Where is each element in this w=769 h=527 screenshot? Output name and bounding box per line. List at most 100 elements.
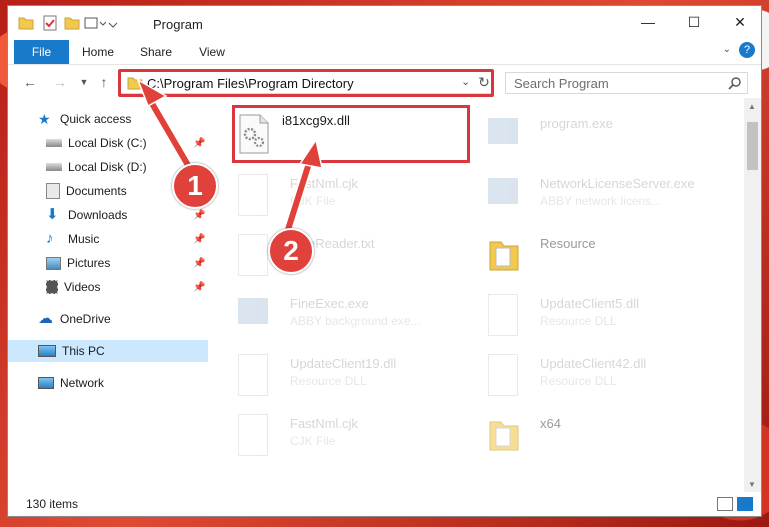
sidebar-item-videos[interactable]: Videos 📌 bbox=[8, 276, 208, 298]
drive-icon bbox=[46, 163, 62, 171]
sidebar-item-local-disk-c[interactable]: Local Disk (C:) 📌 bbox=[8, 132, 208, 154]
tab-file[interactable]: File bbox=[14, 40, 69, 64]
file-name: NetworkLicenseServer.exe bbox=[540, 176, 695, 191]
vertical-scrollbar[interactable]: ▲ ▼ bbox=[744, 98, 761, 493]
large-icons-view-icon[interactable] bbox=[737, 497, 753, 511]
refresh-icon[interactable]: ↻ bbox=[474, 72, 494, 94]
forward-button[interactable]: → bbox=[50, 73, 70, 91]
network-icon bbox=[38, 377, 54, 389]
sidebar-item-label: OneDrive bbox=[60, 312, 111, 326]
callout-1: 1 bbox=[172, 163, 218, 209]
file-name: UpdateClient42.dll bbox=[540, 356, 647, 371]
properties-icon[interactable] bbox=[42, 15, 58, 31]
file-name: UpdateClient19.dll bbox=[290, 356, 397, 371]
close-button[interactable]: ✕ bbox=[717, 6, 763, 38]
sidebar-item-label: Music bbox=[68, 232, 100, 246]
details-view-icon[interactable] bbox=[717, 497, 733, 511]
ribbon-tabs: File Home Share View ⌄ ? bbox=[8, 38, 761, 65]
file-icon bbox=[238, 414, 268, 456]
file-item[interactable]: UpdateClient19.dll Resource DLL bbox=[234, 348, 474, 402]
navigation-bar: ← → ▼ ↑ C:\Program Files\Program Directo… bbox=[8, 67, 761, 97]
file-name: FineExec.exe bbox=[290, 296, 369, 311]
file-list: i81xcg9x.dll program.exe FastNml.cjk CJK… bbox=[208, 98, 746, 493]
pin-icon: 📌 bbox=[193, 281, 206, 293]
drive-icon bbox=[46, 139, 62, 147]
file-type: ABBY background exe... bbox=[290, 314, 421, 328]
file-icon bbox=[238, 234, 268, 276]
pictures-icon bbox=[46, 256, 61, 270]
sidebar-item-pictures[interactable]: Pictures 📌 bbox=[8, 252, 208, 274]
sidebar-item-music[interactable]: ♪ Music 📌 bbox=[8, 228, 208, 250]
scroll-down-icon[interactable]: ▼ bbox=[748, 480, 756, 489]
scroll-up-icon[interactable]: ▲ bbox=[748, 102, 756, 111]
navigation-pane: ★ Quick access Local Disk (C:) 📌 Local D… bbox=[8, 98, 208, 493]
file-item[interactable]: FineExec.exe ABBY background exe... bbox=[234, 288, 474, 342]
pin-icon: 📌 bbox=[193, 209, 206, 221]
help-icon[interactable]: ? bbox=[739, 42, 755, 58]
star-icon: ★ bbox=[38, 111, 51, 127]
file-icon bbox=[238, 174, 268, 216]
recent-locations-button[interactable]: ▼ bbox=[74, 73, 94, 91]
customize-toolbar-icon[interactable] bbox=[84, 16, 106, 30]
file-type: Resource DLL bbox=[540, 374, 617, 388]
quick-access-toolbar bbox=[18, 14, 120, 32]
sidebar-item-label: Local Disk (C:) bbox=[68, 136, 147, 150]
chevron-down-icon[interactable] bbox=[106, 16, 120, 30]
file-name: FastNml.cjk bbox=[290, 176, 358, 191]
file-type: CJK File bbox=[290, 194, 336, 208]
scrollbar-thumb[interactable] bbox=[747, 122, 758, 170]
pc-icon bbox=[38, 345, 56, 357]
expand-ribbon-icon[interactable]: ⌄ bbox=[723, 44, 731, 55]
tab-view[interactable]: View bbox=[194, 41, 230, 63]
folder-icon bbox=[489, 421, 519, 451]
file-item[interactable]: Resource bbox=[484, 228, 724, 282]
file-item[interactable]: NetworkLicenseServer.exe ABBY network li… bbox=[484, 168, 724, 222]
tab-home[interactable]: Home bbox=[78, 41, 118, 63]
file-type: CJK File bbox=[290, 434, 336, 448]
address-highlight-box bbox=[118, 69, 494, 97]
sidebar-item-network[interactable]: Network bbox=[8, 372, 208, 394]
up-button[interactable]: ↑ bbox=[94, 73, 114, 91]
folder-icon bbox=[18, 17, 34, 30]
file-item[interactable]: program.exe bbox=[484, 108, 724, 162]
file-name: Resource bbox=[540, 236, 596, 251]
maximize-button[interactable]: ☐ bbox=[671, 6, 717, 38]
file-item[interactable]: UpdateClient42.dll Resource DLL bbox=[484, 348, 724, 402]
window-title: Program bbox=[153, 17, 203, 32]
file-type: Resource DLL bbox=[290, 374, 367, 388]
tab-share[interactable]: Share bbox=[136, 41, 176, 63]
file-type: ABBY network licens... bbox=[540, 194, 662, 208]
sidebar-item-downloads[interactable]: ⬇ Downloads 📌 bbox=[8, 204, 208, 226]
dll-file-icon bbox=[488, 294, 518, 336]
file-item[interactable]: UpdateClient5.dll Resource DLL bbox=[484, 288, 724, 342]
title-bar: Program — ☐ ✕ bbox=[8, 6, 761, 38]
pin-icon: 📌 bbox=[193, 137, 206, 149]
callout-2: 2 bbox=[268, 228, 314, 274]
sidebar-item-label: Videos bbox=[64, 280, 101, 294]
file-type: Resource DLL bbox=[540, 314, 617, 328]
pin-icon: 📌 bbox=[193, 257, 206, 269]
videos-icon bbox=[46, 280, 58, 294]
file-item[interactable]: FastNml.cjk CJK File bbox=[234, 408, 474, 462]
sidebar-item-label: Local Disk (D:) bbox=[68, 160, 147, 174]
new-folder-icon[interactable] bbox=[64, 16, 80, 30]
back-button[interactable]: ← bbox=[20, 73, 40, 91]
minimize-button[interactable]: — bbox=[625, 6, 671, 38]
file-name: FastNml.cjk bbox=[290, 416, 358, 431]
sidebar-item-quick-access[interactable]: ★ Quick access bbox=[8, 108, 208, 130]
sidebar-item-label: Quick access bbox=[60, 112, 132, 126]
file-item[interactable]: FastNml.cjk CJK File bbox=[234, 168, 474, 222]
documents-icon bbox=[46, 183, 60, 199]
file-item[interactable]: x64 bbox=[484, 408, 724, 462]
search-icon bbox=[728, 77, 741, 90]
sidebar-item-label: This PC bbox=[62, 344, 105, 358]
exe-file-icon bbox=[488, 178, 518, 204]
sidebar-item-this-pc[interactable]: This PC bbox=[8, 340, 208, 362]
search-input[interactable]: Search Program bbox=[505, 72, 748, 94]
exe-file-icon bbox=[488, 118, 518, 144]
download-icon: ⬇ bbox=[46, 206, 59, 223]
sidebar-item-onedrive[interactable]: ☁ OneDrive bbox=[8, 308, 208, 330]
music-icon: ♪ bbox=[46, 230, 54, 247]
dll-file-icon bbox=[488, 354, 518, 396]
sidebar-item-label: Network bbox=[60, 376, 105, 390]
